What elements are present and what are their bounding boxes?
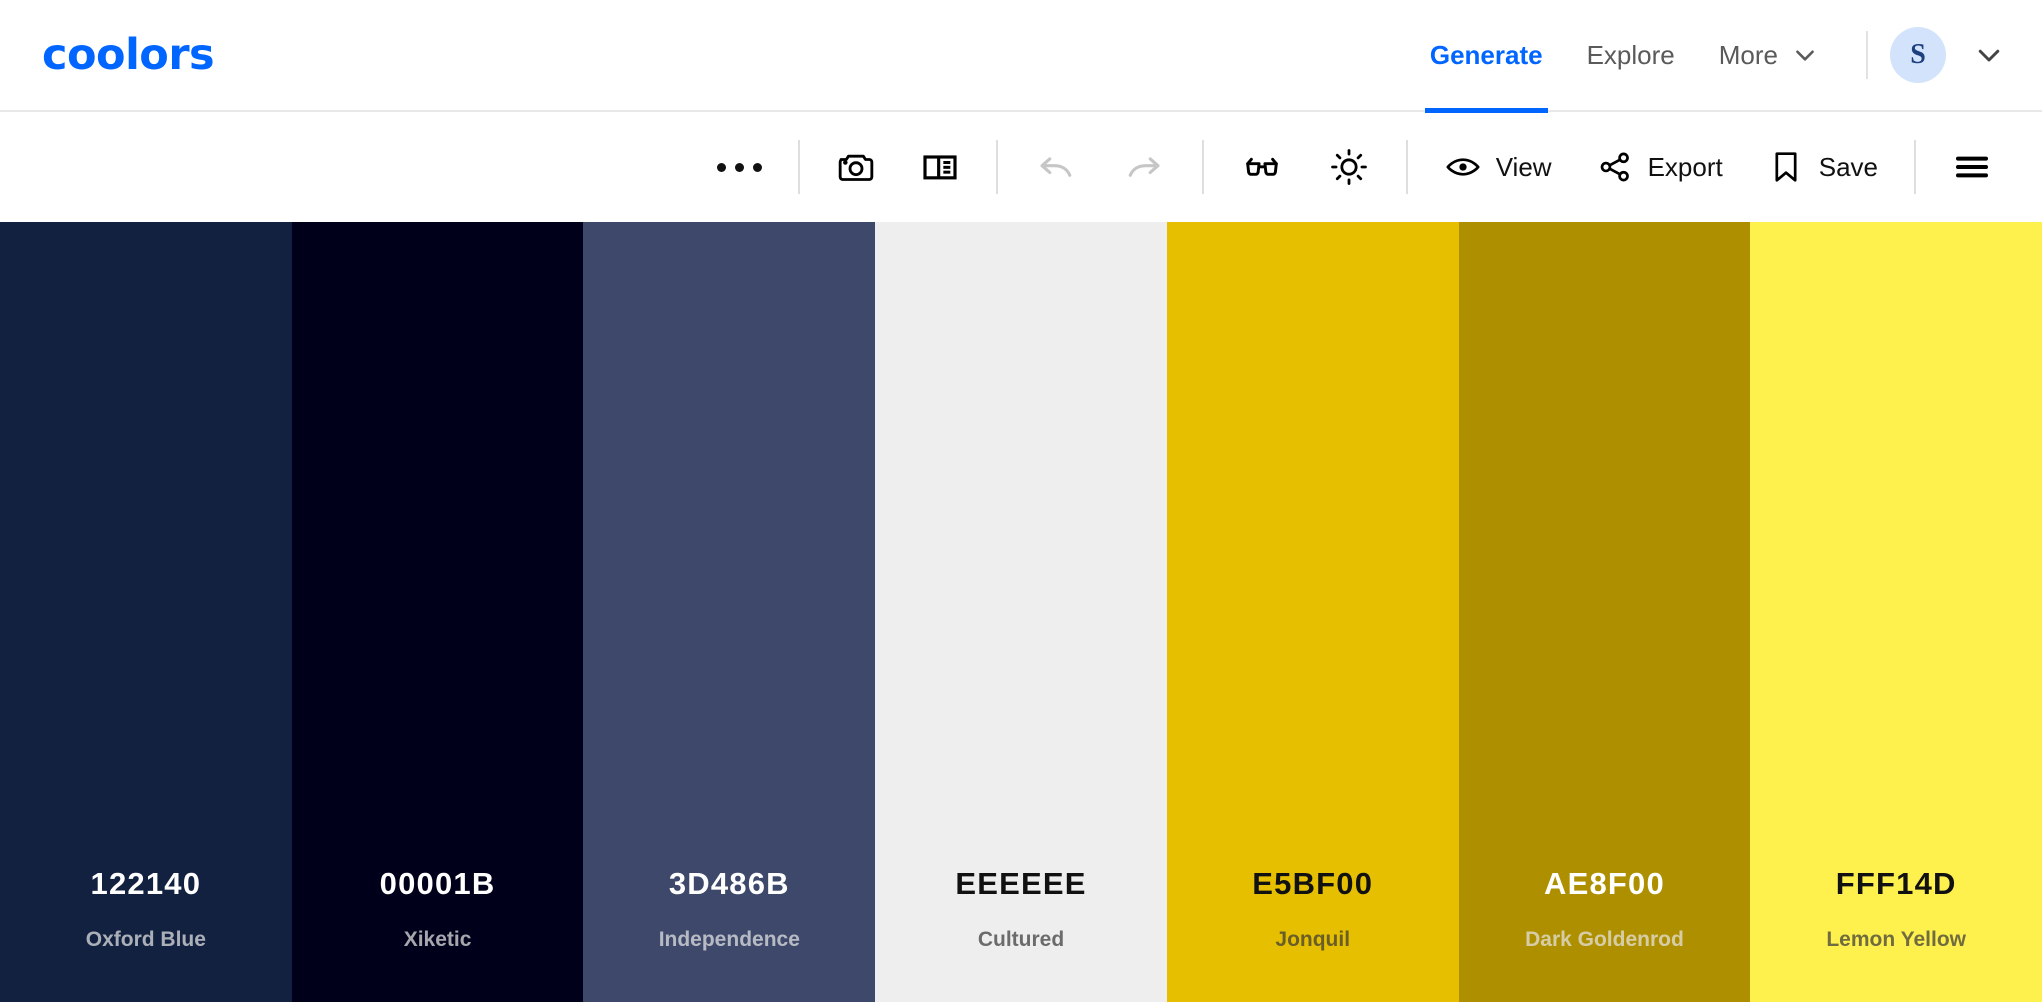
- site-header: coolors Generate Explore More S: [0, 0, 2042, 112]
- swatch-color-name: Oxford Blue: [86, 929, 206, 950]
- account-chevron-down-icon[interactable]: [1974, 40, 2004, 70]
- camera-button[interactable]: [814, 112, 898, 222]
- nav-item-more-label: More: [1719, 40, 1778, 71]
- color-swatch[interactable]: EEEEEE Cultured: [875, 222, 1167, 1002]
- redo-button[interactable]: [1100, 112, 1188, 222]
- editor-toolbar: View Export Save: [0, 112, 2042, 222]
- coolors-logo[interactable]: coolors: [42, 34, 214, 77]
- export-label: Export: [1648, 152, 1723, 183]
- nav-item-generate[interactable]: Generate: [1408, 0, 1565, 111]
- color-swatch[interactable]: 122140 Oxford Blue: [0, 222, 292, 1002]
- swatch-color-name: Independence: [659, 929, 800, 950]
- color-swatch[interactable]: 3D486B Independence: [583, 222, 875, 1002]
- nav-item-more[interactable]: More: [1697, 0, 1840, 111]
- swatch-hex-value[interactable]: 00001B: [380, 868, 496, 899]
- swatch-color-name: Cultured: [978, 929, 1064, 950]
- color-swatch[interactable]: AE8F00 Dark Goldenrod: [1459, 222, 1751, 1002]
- avatar[interactable]: S: [1890, 27, 1946, 83]
- main-navigation: Generate Explore More S: [1408, 0, 2004, 111]
- toolbar-divider: [1202, 140, 1204, 194]
- share-icon: [1596, 148, 1634, 186]
- color-swatch[interactable]: E5BF00 Jonquil: [1167, 222, 1459, 1002]
- eye-icon: [1444, 148, 1482, 186]
- view-label: View: [1496, 152, 1552, 183]
- nav-item-explore[interactable]: Explore: [1565, 0, 1697, 111]
- export-button[interactable]: Export: [1574, 112, 1745, 222]
- sun-icon: [1328, 146, 1370, 188]
- more-options-button[interactable]: [695, 112, 784, 222]
- nav-item-explore-label: Explore: [1587, 40, 1675, 71]
- swatch-color-name: Dark Goldenrod: [1525, 929, 1684, 950]
- hamburger-menu-icon: [1952, 147, 1992, 187]
- bookmark-icon: [1767, 148, 1805, 186]
- camera-icon: [836, 147, 876, 187]
- ellipsis-icon: [717, 163, 762, 172]
- color-blindness-button[interactable]: [1218, 112, 1306, 222]
- swatch-hex-value[interactable]: AE8F00: [1544, 868, 1665, 899]
- color-swatch[interactable]: FFF14D Lemon Yellow: [1750, 222, 2042, 1002]
- save-button[interactable]: Save: [1745, 112, 1900, 222]
- swatch-color-name: Lemon Yellow: [1826, 929, 1966, 950]
- coolors-app: coolors Generate Explore More S: [0, 0, 2042, 1002]
- toolbar-divider: [798, 140, 800, 194]
- save-label: Save: [1819, 152, 1878, 183]
- toolbar-divider: [996, 140, 998, 194]
- nav-item-generate-label: Generate: [1430, 40, 1543, 71]
- swatch-hex-value[interactable]: E5BF00: [1252, 868, 1373, 899]
- swatch-hex-value[interactable]: 122140: [91, 868, 202, 899]
- chevron-down-icon: [1792, 42, 1818, 68]
- swatch-hex-value[interactable]: FFF14D: [1836, 868, 1957, 899]
- color-swatch[interactable]: 00001B Xiketic: [292, 222, 584, 1002]
- glasses-icon: [1240, 145, 1284, 189]
- swatch-color-name: Xiketic: [404, 929, 472, 950]
- undo-button[interactable]: [1012, 112, 1100, 222]
- layout-panel-button[interactable]: [898, 112, 982, 222]
- swatch-hex-value[interactable]: 3D486B: [669, 868, 790, 899]
- redo-icon: [1122, 145, 1166, 189]
- menu-button[interactable]: [1930, 112, 2014, 222]
- brightness-button[interactable]: [1306, 112, 1392, 222]
- undo-icon: [1034, 145, 1078, 189]
- color-palette: 122140 Oxford Blue 00001B Xiketic 3D486B Inde…: [0, 222, 2042, 1002]
- header-divider: [1866, 31, 1868, 79]
- swatch-hex-value[interactable]: EEEEEE: [955, 868, 1086, 899]
- swatch-color-name: Jonquil: [1275, 929, 1350, 950]
- toolbar-divider: [1914, 140, 1916, 194]
- toolbar-divider: [1406, 140, 1408, 194]
- view-button[interactable]: View: [1422, 112, 1574, 222]
- layout-panel-icon: [920, 147, 960, 187]
